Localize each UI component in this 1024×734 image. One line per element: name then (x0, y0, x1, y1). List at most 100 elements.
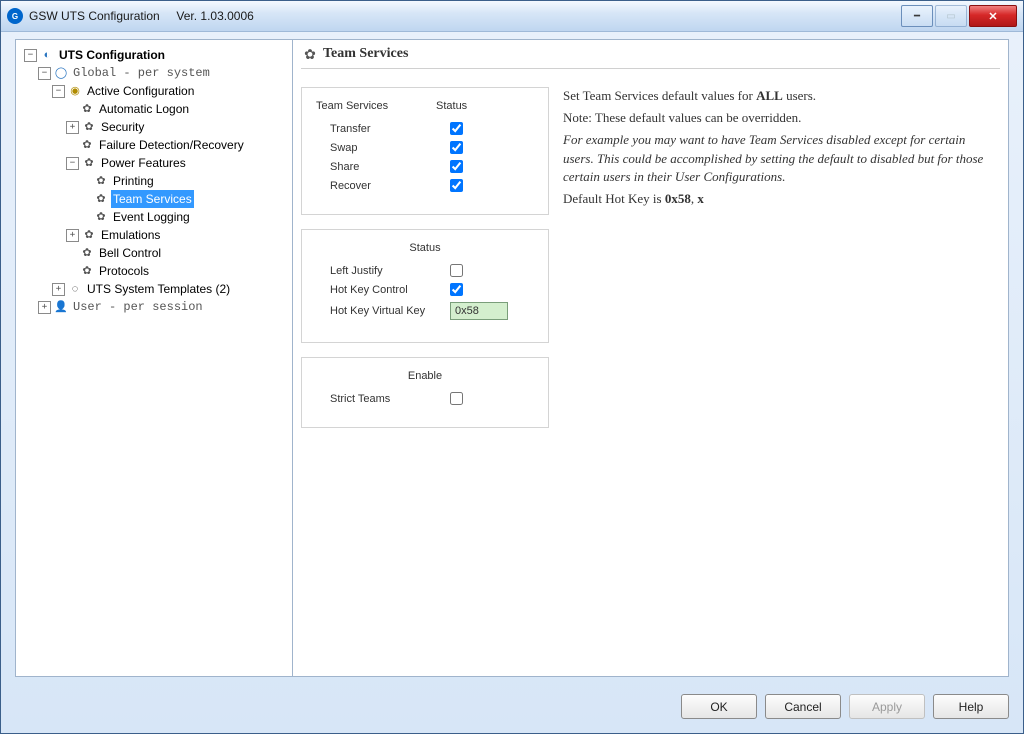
tree-pane[interactable]: − ◐ UTS Configuration − ◯ Global - per s… (16, 40, 293, 676)
left-column: Team Services Status Transfer Swap S (301, 87, 549, 428)
app-window: G GSW UTS Configuration Ver. 1.03.0006 ━… (0, 0, 1024, 734)
tree-failure-detection[interactable]: ✿ Failure Detection/Recovery (64, 136, 288, 154)
gear-icon: ✿ (94, 174, 108, 188)
ok-button[interactable]: OK (681, 694, 757, 719)
row-label: Left Justify (316, 265, 450, 277)
expander-icon[interactable]: − (24, 49, 37, 62)
col-header: Status (436, 100, 467, 112)
minimize-button[interactable]: ━ (901, 5, 933, 27)
tree-label: Automatic Logon (97, 100, 191, 118)
tree-automatic-logon[interactable]: ✿ Automatic Logon (64, 100, 288, 118)
tree-bell-control[interactable]: ✿ Bell Control (64, 244, 288, 262)
active-icon: ◉ (68, 84, 82, 98)
tree-label: UTS Configuration (57, 46, 167, 64)
expander-icon[interactable]: + (66, 229, 79, 242)
row-hotkey-virtual-key: Hot Key Virtual Key (316, 302, 534, 320)
tree-security[interactable]: + ✿ Security (64, 118, 288, 136)
dialog-buttons: OK Cancel Apply Help (681, 694, 1009, 719)
strict-teams-checkbox[interactable] (450, 392, 463, 405)
tree-global[interactable]: − ◯ Global - per system (36, 64, 288, 82)
tree-user[interactable]: + 👤 User - per session (36, 298, 288, 316)
tree-protocols[interactable]: ✿ Protocols (64, 262, 288, 280)
group-header: Team Services Status (316, 100, 534, 112)
row-transfer: Transfer (316, 122, 534, 135)
group-header: Enable (316, 370, 534, 382)
gear-icon: ✿ (303, 47, 317, 61)
row-hotkey-control: Hot Key Control (316, 283, 534, 296)
row-label: Recover (316, 180, 450, 192)
page-title: Team Services (323, 46, 408, 62)
titlebar-text: GSW UTS Configuration Ver. 1.03.0006 (29, 9, 254, 23)
gear-icon: ✿ (82, 120, 96, 134)
row-label: Strict Teams (316, 393, 450, 405)
tree-team-services[interactable]: ✿ Team Services (78, 190, 288, 208)
group-hotkey: Status Left Justify Hot Key Control Hot … (301, 229, 549, 343)
row-label: Hot Key Control (316, 284, 450, 296)
tree-printing[interactable]: ✿ Printing (78, 172, 288, 190)
tree-label: UTS System Templates (2) (85, 280, 232, 298)
tree-root[interactable]: − ◐ UTS Configuration (22, 46, 288, 64)
group-header: Status (316, 242, 534, 254)
row-swap: Swap (316, 141, 534, 154)
apply-button: Apply (849, 694, 925, 719)
expander-icon[interactable]: − (38, 67, 51, 80)
description: Set Team Services default values for ALL… (563, 87, 1000, 428)
row-label: Transfer (316, 123, 450, 135)
gear-icon: ✿ (94, 210, 108, 224)
app-name: GSW UTS Configuration (29, 9, 160, 23)
col-header: Team Services (316, 100, 436, 112)
expander-icon[interactable]: − (52, 85, 65, 98)
tree-label: Power Features (99, 154, 188, 172)
tree-label: Security (99, 118, 146, 136)
tree-label: Event Logging (111, 208, 192, 226)
row-label: Swap (316, 142, 450, 154)
col-header: Status (409, 242, 440, 254)
globe-icon: ◯ (54, 66, 68, 80)
tree-power-features[interactable]: − ✿ Power Features (64, 154, 288, 172)
window-controls: ━ ▭ ✕ (899, 5, 1017, 27)
col-header: Enable (408, 370, 442, 382)
tree-label: Bell Control (97, 244, 163, 262)
gear-icon: ✿ (80, 102, 94, 116)
titlebar: G GSW UTS Configuration Ver. 1.03.0006 ━… (1, 1, 1023, 32)
gear-icon: ✿ (82, 156, 96, 170)
share-checkbox[interactable] (450, 160, 463, 173)
close-button[interactable]: ✕ (969, 5, 1017, 27)
expander-icon[interactable]: + (66, 121, 79, 134)
tree-active-config[interactable]: − ◉ Active Configuration (50, 82, 288, 100)
gear-icon: ✿ (82, 228, 96, 242)
hotkey-virtual-key-input[interactable] (450, 302, 508, 320)
expander-icon[interactable]: + (52, 283, 65, 296)
tree-label: Global - per system (71, 64, 212, 82)
gear-icon: ✿ (80, 138, 94, 152)
tree-label: Failure Detection/Recovery (97, 136, 246, 154)
app-icon: G (7, 8, 23, 24)
gear-icon: ✿ (80, 246, 94, 260)
recover-checkbox[interactable] (450, 179, 463, 192)
content-pane: ✿ Team Services Team Services Status Tra… (293, 40, 1008, 676)
transfer-checkbox[interactable] (450, 122, 463, 135)
client-area: − ◐ UTS Configuration − ◯ Global - per s… (15, 39, 1009, 677)
cancel-button[interactable]: Cancel (765, 694, 841, 719)
group-strict-teams: Enable Strict Teams (301, 357, 549, 428)
expander-icon[interactable]: − (66, 157, 79, 170)
templates-icon: ◌ (68, 282, 82, 296)
app-version: Ver. 1.03.0006 (176, 9, 253, 23)
row-label: Share (316, 161, 450, 173)
desc-line: Note: These default values can be overri… (563, 109, 994, 128)
tree-label: Emulations (99, 226, 162, 244)
maximize-button: ▭ (935, 5, 967, 27)
left-justify-checkbox[interactable] (450, 264, 463, 277)
tree-label: Printing (111, 172, 156, 190)
group-team-services: Team Services Status Transfer Swap S (301, 87, 549, 215)
expander-icon[interactable]: + (38, 301, 51, 314)
tree-system-templates[interactable]: + ◌ UTS System Templates (2) (50, 280, 288, 298)
help-button[interactable]: Help (933, 694, 1009, 719)
gear-icon: ✿ (94, 192, 108, 206)
user-icon: 👤 (54, 300, 68, 314)
tree-event-logging[interactable]: ✿ Event Logging (78, 208, 288, 226)
hotkey-control-checkbox[interactable] (450, 283, 463, 296)
config-icon: ◐ (40, 48, 54, 62)
swap-checkbox[interactable] (450, 141, 463, 154)
tree-emulations[interactable]: + ✿ Emulations (64, 226, 288, 244)
